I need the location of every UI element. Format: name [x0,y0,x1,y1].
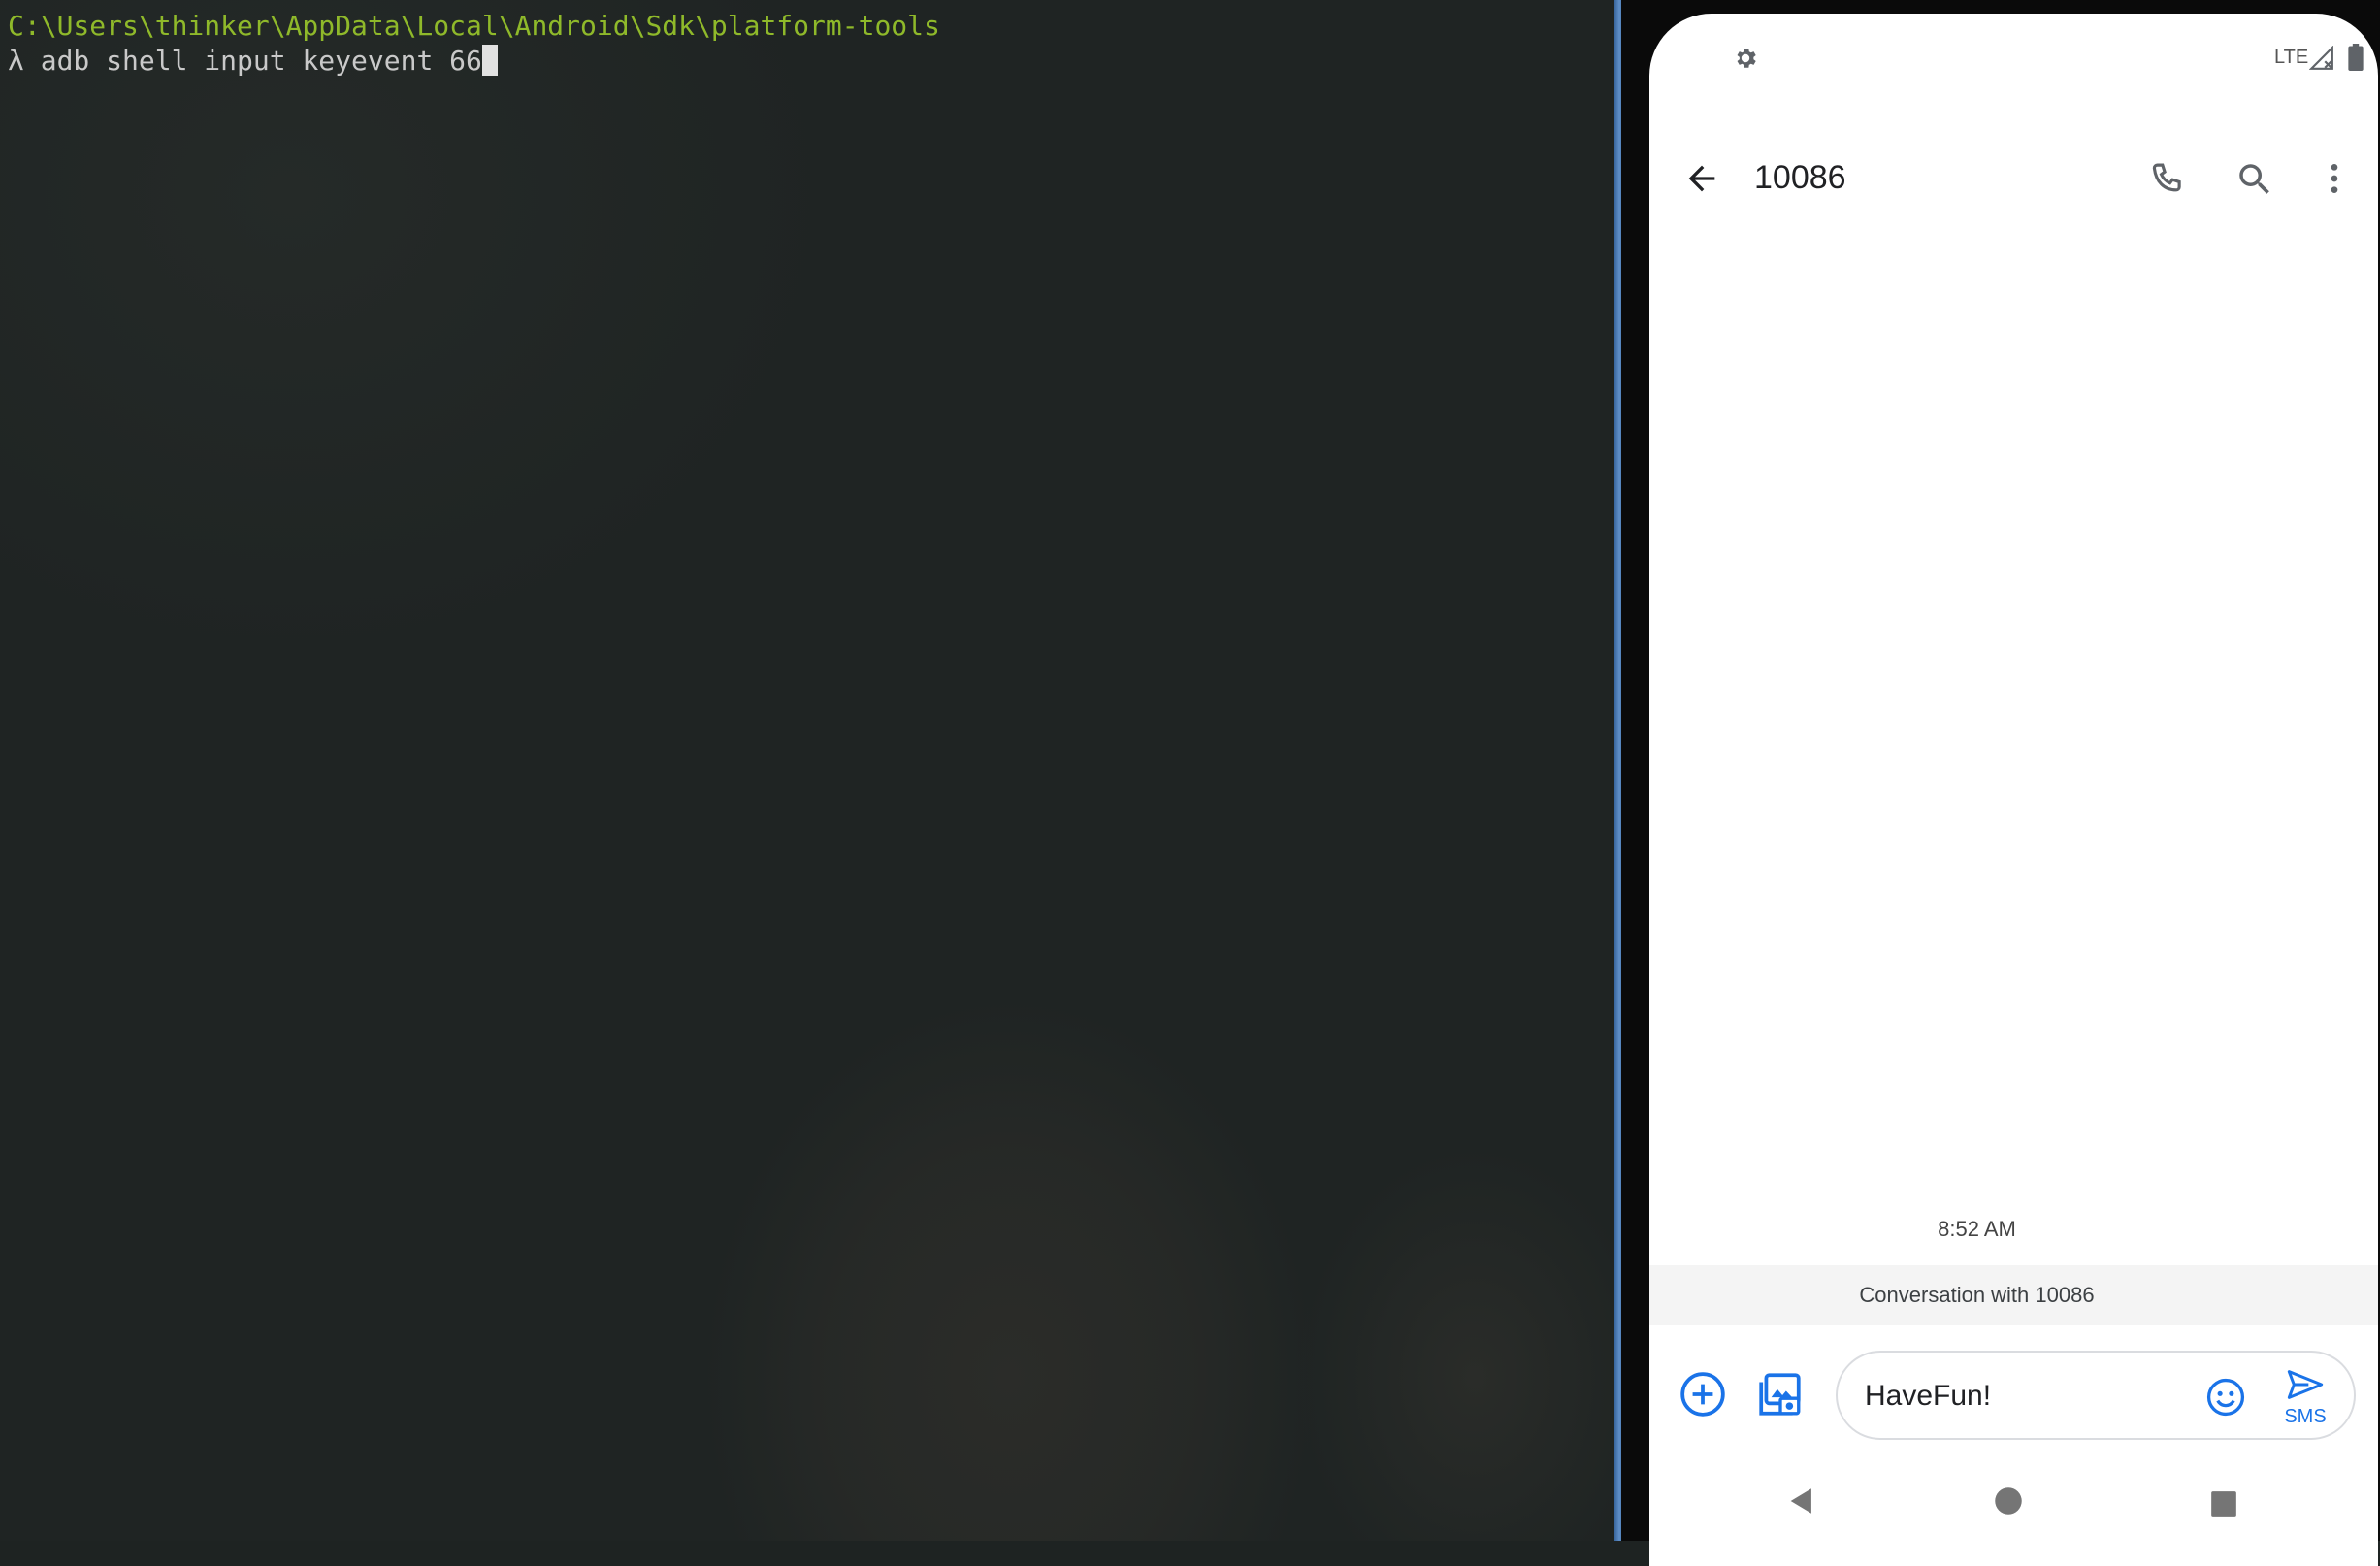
message-compose-text[interactable]: HaveFun! [1865,1380,1991,1413]
terminal-prompt: λ [8,45,24,77]
send-icon [2286,1368,2325,1401]
nav-recents-icon[interactable] [2210,1490,2237,1517]
add-circle-icon[interactable] [1679,1370,1727,1419]
gallery-icon[interactable] [1756,1370,1805,1419]
more-vert-icon[interactable] [2315,159,2354,198]
message-compose-field[interactable]: HaveFun! SMS [1836,1351,2356,1440]
terminal-command: adb shell input keyevent 66 [40,45,482,77]
signal-icon [2309,46,2334,71]
send-button-label: SMS [2284,1406,2327,1427]
phone-screen: LTE 10086 8:52 AM Conversation with 1008… [1649,14,2378,1566]
conversation-banner: Conversation with 10086 [1649,1265,2378,1325]
terminal-command-line[interactable]: λ adb shell input keyevent 66 [8,44,498,79]
terminal-cursor [481,45,498,76]
message-timestamp: 8:52 AM [1938,1217,2016,1241]
nav-back-icon[interactable] [1785,1484,1818,1517]
phone-icon[interactable] [2146,159,2187,200]
terminal-path: C:\Users\thinker\AppData\Local\Android\S… [8,10,940,42]
conversation-title: 10086 [1754,159,1846,196]
search-icon[interactable] [2234,159,2275,200]
network-type-label: LTE [2274,47,2309,68]
conversation-banner-text: Conversation with 10086 [1859,1283,2095,1307]
send-button[interactable]: SMS [2276,1368,2334,1428]
battery-icon [2348,44,2364,71]
settings-icon [1732,45,1759,72]
nav-home-icon[interactable] [1994,1486,2023,1516]
emoji-icon[interactable] [2204,1376,2247,1419]
terminal-window[interactable]: C:\Users\thinker\AppData\Local\Android\S… [0,0,1618,1541]
back-arrow-icon[interactable] [1682,159,1721,198]
